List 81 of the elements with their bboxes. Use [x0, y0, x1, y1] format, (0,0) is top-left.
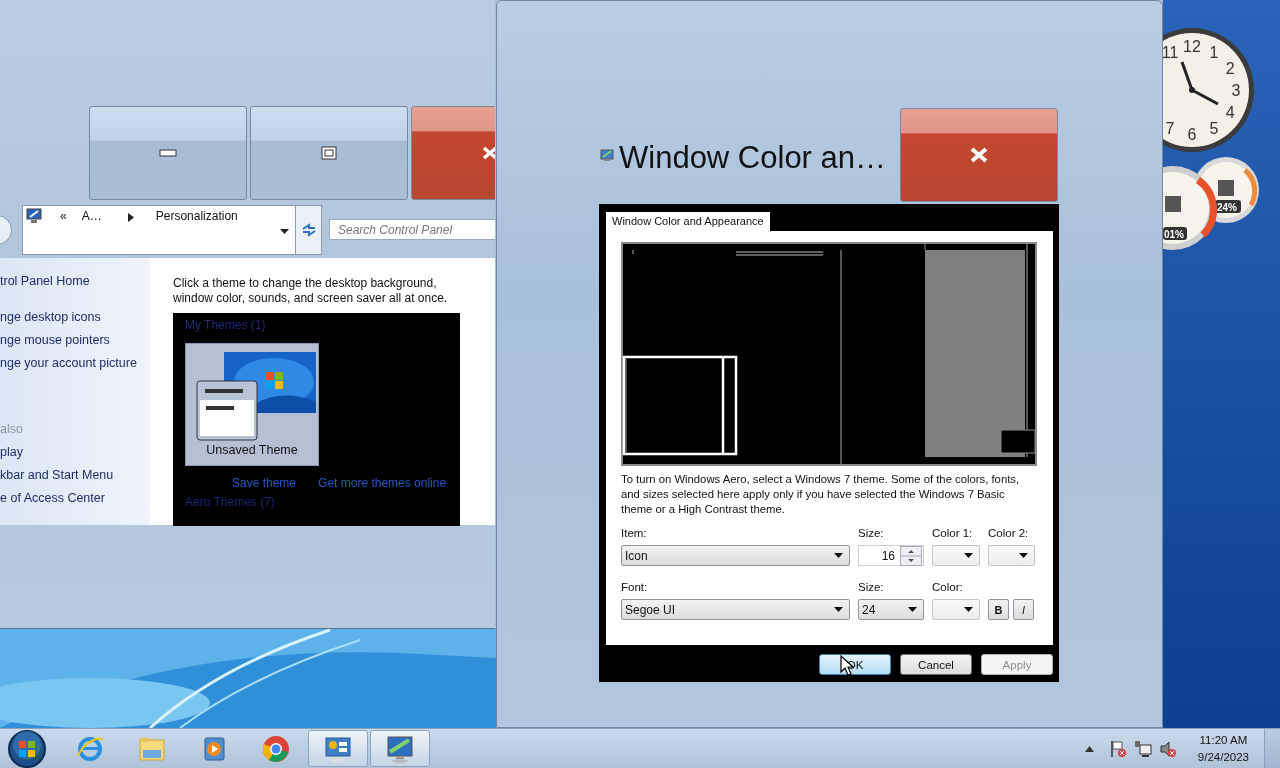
- taskbar-button[interactable]: [308, 730, 368, 767]
- theme-tile[interactable]: Unsaved Theme: [185, 343, 319, 466]
- close-icon: [482, 146, 495, 160]
- show-hidden-icons-button[interactable]: [1084, 745, 1094, 752]
- breadcrumb[interactable]: Personalization: [155, 209, 238, 223]
- caret-icon: [1019, 553, 1028, 558]
- speaker-icon[interactable]: [1158, 739, 1177, 758]
- maximize-button[interactable]: [250, 106, 408, 200]
- caret-icon: [964, 553, 973, 558]
- maximize-icon: [321, 146, 337, 160]
- field-label: Color:: [932, 580, 964, 595]
- address-bar[interactable]: « A… Personalization: [22, 205, 296, 255]
- field-label: Color 2:: [988, 526, 1030, 541]
- sidebar-link[interactable]: nge mouse pointers: [0, 329, 150, 352]
- app-icon: [600, 148, 614, 162]
- clock-display[interactable]: 11:20 AM 9/24/2023: [1197, 731, 1249, 766]
- sidebar-link[interactable]: play: [0, 441, 150, 464]
- tab[interactable]: Window Color and Appearance: [606, 212, 770, 231]
- clock-numeral: 12: [1183, 38, 1201, 55]
- close-button[interactable]: [900, 108, 1058, 202]
- sidebar-link[interactable]: trol Panel Home: [0, 270, 150, 293]
- caret-icon: [834, 607, 843, 612]
- italic-button[interactable]: I: [1013, 599, 1034, 620]
- window-title: Window Color an…: [619, 140, 887, 176]
- field-label: Size:: [858, 526, 885, 541]
- sidebar-link[interactable]: nge your account picture: [0, 352, 150, 375]
- description-text: Click a theme to change the desktop background, window color, sounds, and screen saver all at once.: [173, 276, 449, 306]
- number-spinner[interactable]: 16: [858, 545, 924, 566]
- clock-numeral: 1: [1209, 43, 1219, 61]
- field-label: Color 1:: [932, 526, 974, 541]
- meter-reading: 24%: [1217, 202, 1237, 213]
- window-thumbnail-drawing: [196, 380, 258, 441]
- field-label: Item:: [621, 526, 648, 541]
- bold-button[interactable]: B: [988, 599, 1009, 620]
- minimize-icon: [159, 149, 177, 157]
- clock-numeral: 4: [1225, 104, 1235, 121]
- group-heading: My Themes (1): [185, 319, 267, 331]
- breadcrumb[interactable]: A…: [81, 209, 102, 223]
- clock-numeral: 3: [1231, 82, 1241, 99]
- meter-reading: 01%: [1164, 229, 1184, 240]
- group-heading: Aero Themes (7): [185, 496, 276, 508]
- color-picker[interactable]: [932, 599, 980, 620]
- clock-numeral: 7: [1165, 120, 1175, 138]
- color-picker[interactable]: [932, 545, 980, 566]
- flag-icon[interactable]: [1108, 739, 1127, 758]
- control-panel-icon: [26, 208, 42, 224]
- dropdown[interactable]: 24: [858, 599, 924, 620]
- caret-icon: [834, 553, 843, 558]
- monitor-icon: [385, 733, 415, 764]
- sidebar-link[interactable]: e of Access Center: [0, 487, 150, 510]
- minimize-button[interactable]: [89, 106, 247, 200]
- clock-numeral: 11: [1163, 43, 1179, 61]
- clock-numeral: 2: [1225, 60, 1235, 77]
- sidebar-heading: also: [0, 421, 24, 438]
- taskbar-button[interactable]: [370, 730, 430, 767]
- dropdown[interactable]: Segoe UI: [621, 599, 850, 620]
- chrome-icon: [261, 733, 291, 764]
- network-icon[interactable]: [1133, 739, 1152, 758]
- dialog-button[interactable]: Cancel: [900, 654, 972, 675]
- breadcrumb[interactable]: «: [60, 209, 67, 223]
- dropdown-icon: [280, 229, 289, 234]
- refresh-icon: [300, 223, 317, 237]
- refresh-button[interactable]: [296, 205, 322, 255]
- caret-icon: [964, 607, 973, 612]
- close-icon: [970, 147, 988, 163]
- sidebar-link[interactable]: kbar and Start Menu: [0, 464, 150, 487]
- field-label: Size:: [858, 580, 885, 595]
- caret-icon: [908, 607, 917, 612]
- dropdown[interactable]: Icon: [621, 545, 850, 566]
- sidebar-link[interactable]: nge desktop icons: [0, 306, 150, 329]
- color-picker[interactable]: [988, 545, 1035, 566]
- time-text: 11:20 AM: [1198, 732, 1249, 748]
- clock-numeral: 5: [1209, 120, 1219, 138]
- chevron-icon: [127, 213, 134, 222]
- field-label: Font:: [621, 580, 649, 595]
- search-field[interactable]: Search Control Panel: [329, 219, 495, 240]
- spin-arrows-icon: [900, 545, 922, 566]
- date-text: 9/24/2023: [1197, 749, 1249, 765]
- clock-numeral: 6: [1187, 126, 1197, 143]
- info-text: To turn on Windows Aero, select a Windows 7 theme. Some of the colors, fonts, and sizes selected here apply only if you have selected the Windows 7 Basic theme or a High Contrast theme.: [621, 472, 1021, 517]
- start-button[interactable]: [7, 728, 47, 768]
